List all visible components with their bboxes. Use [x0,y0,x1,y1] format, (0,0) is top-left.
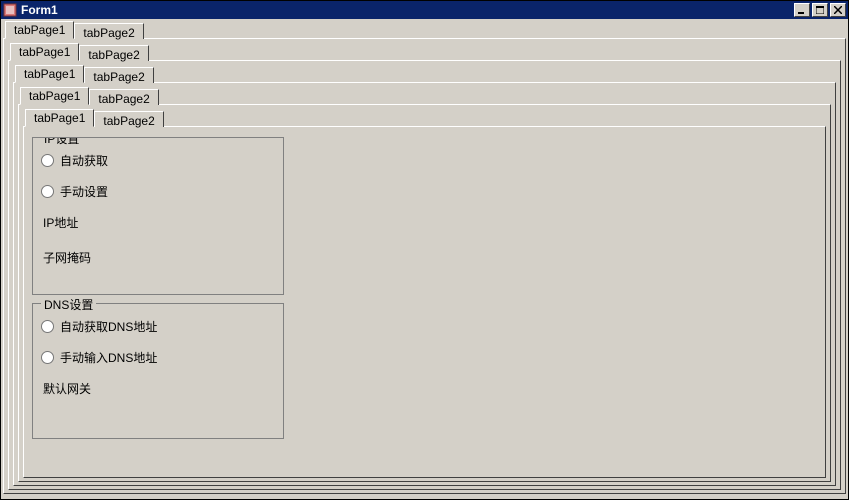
radio-ip-auto[interactable]: 自动获取 [41,152,275,169]
tab-page1[interactable]: tabPage1 [5,21,74,39]
tabcontrol-1: tabPage1 tabPage2 tabPage1 tabPage2 tabP… [3,21,846,494]
ip-legend: IP设置 [41,137,82,147]
tabcontrol-3: tabPage1 tabPage2 tabPage1 tabPage2 [13,65,836,486]
maximize-button[interactable] [812,3,828,17]
tab-page1[interactable]: tabPage1 [25,109,94,127]
window-controls [794,3,846,17]
tab-page2[interactable]: tabPage2 [74,23,143,39]
groupbox-dns-settings: DNS设置 自动获取DNS地址 [32,303,284,439]
tab-page1[interactable]: tabPage1 [20,87,89,105]
tab-page2[interactable]: tabPage2 [79,45,148,61]
tabpage-5: IP设置 自动获取 [23,126,826,478]
radio-ip-auto-input[interactable] [41,154,54,167]
radio-ip-auto-label: 自动获取 [60,152,108,169]
client-area: tabPage1 tabPage2 tabPage1 tabPage2 tabP… [1,19,848,499]
tabstrip-5: tabPage1 tabPage2 [23,109,826,127]
radio-dns-manual-label: 手动输入DNS地址 [60,349,157,366]
tabpage-2: tabPage1 tabPage2 tabPage1 tabPage2 [8,60,841,490]
tabstrip-1: tabPage1 tabPage2 [3,21,846,39]
label-ip-address: IP地址 [43,214,275,231]
tabpage-1: tabPage1 tabPage2 tabPage1 tabPage2 [3,38,846,494]
tab-page1[interactable]: tabPage1 [15,65,84,83]
dns-legend: DNS设置 [41,296,96,313]
radio-dns-manual-input[interactable] [41,351,54,364]
tabstrip-2: tabPage1 tabPage2 [8,43,841,61]
radio-dns-auto-label: 自动获取DNS地址 [60,318,157,335]
main-window: Form1 tabPage1 tabPage2 [0,0,849,500]
app-icon [3,3,17,17]
radio-dns-manual[interactable]: 手动输入DNS地址 [41,349,275,366]
tabcontrol-4: tabPage1 tabPage2 tabPage1 t [18,87,831,482]
tabstrip-3: tabPage1 tabPage2 [13,65,836,83]
tab-page2[interactable]: tabPage2 [94,111,163,127]
tab-page2[interactable]: tabPage2 [89,89,158,105]
radio-ip-manual-input[interactable] [41,185,54,198]
radio-ip-manual[interactable]: 手动设置 [41,183,275,200]
radio-ip-manual-label: 手动设置 [60,183,108,200]
tab-page1[interactable]: tabPage1 [10,43,79,61]
window-title: Form1 [21,3,794,17]
radio-dns-auto[interactable]: 自动获取DNS地址 [41,318,275,335]
groupbox-ip-settings: IP设置 自动获取 [32,137,284,295]
tabpage-4: tabPage1 tabPage2 IP设置 [18,104,831,482]
radio-dns-auto-input[interactable] [41,320,54,333]
tabstrip-4: tabPage1 tabPage2 [18,87,831,105]
titlebar: Form1 [1,1,848,19]
close-button[interactable] [830,3,846,17]
tabcontrol-5: tabPage1 tabPage2 IP设置 [23,109,826,478]
label-subnet: 子网掩码 [43,249,275,266]
minimize-button[interactable] [794,3,810,17]
label-default-gateway: 默认网关 [43,380,275,397]
tabpage-3: tabPage1 tabPage2 tabPage1 t [13,82,836,486]
tabcontrol-2: tabPage1 tabPage2 tabPage1 tabPage2 [8,43,841,490]
tab-page2[interactable]: tabPage2 [84,67,153,83]
